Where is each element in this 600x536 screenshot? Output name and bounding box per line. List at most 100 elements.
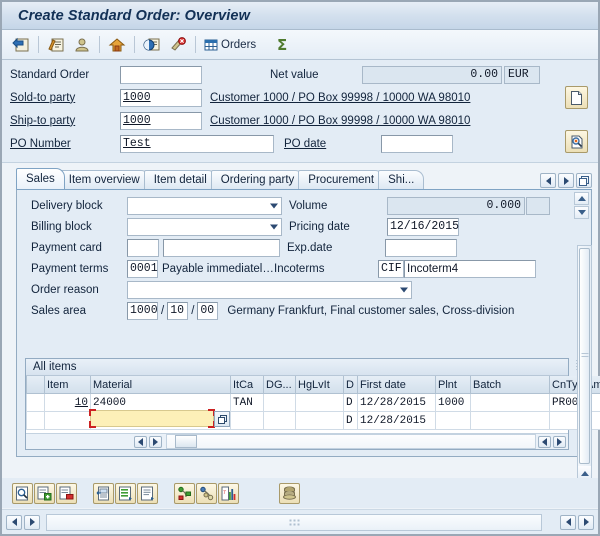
cell-hglvit[interactable] (296, 412, 344, 430)
cell-first-date[interactable]: 12/28/2015 (358, 412, 436, 430)
tab-ordering-party[interactable]: Ordering party (211, 170, 305, 189)
grid-scroll-left-button[interactable] (134, 436, 147, 448)
col-itca[interactable]: ItCa (231, 376, 264, 394)
cell-first-date[interactable]: 12/28/2015 (358, 394, 436, 412)
tab-panel-scrollbar[interactable] (577, 245, 592, 481)
col-material[interactable]: Material (91, 376, 231, 394)
col-hglvit[interactable]: HgLvIt (296, 376, 344, 394)
document-search-icon[interactable] (565, 130, 588, 153)
row-selector-header[interactable] (27, 376, 45, 394)
cell-item[interactable] (45, 412, 91, 430)
distribution-channel-input[interactable]: 10 (167, 302, 188, 320)
grid-page-right-button[interactable] (553, 436, 566, 448)
schedule-report-icon[interactable]: 7 (218, 483, 239, 504)
person-icon[interactable] (69, 33, 95, 57)
col-plnt[interactable]: Plnt (436, 376, 471, 394)
po-number-label[interactable]: PO Number (2, 138, 120, 150)
sold-to-party-label[interactable]: Sold-to party (2, 92, 120, 104)
tab-next-button[interactable] (558, 173, 574, 188)
cell-item[interactable]: 10 (45, 394, 91, 412)
sold-to-party-description[interactable]: Customer 1000 / PO Box 99998 / 10000 WA … (210, 92, 470, 104)
col-d[interactable]: D (344, 376, 358, 394)
scroll-up-button[interactable] (574, 192, 589, 205)
col-item[interactable]: Item (45, 376, 91, 394)
ship-to-party-label[interactable]: Ship-to party (2, 115, 120, 127)
col-batch[interactable]: Batch (471, 376, 550, 394)
order-reason-select[interactable] (127, 281, 412, 299)
sold-to-party-input[interactable]: 1000 (120, 89, 202, 107)
cell-d[interactable]: D (344, 394, 358, 412)
window-scroll-left-button[interactable] (560, 515, 576, 530)
grid-hscrollbar[interactable] (166, 434, 536, 449)
po-date-label[interactable]: PO date (284, 138, 381, 150)
po-date-input[interactable] (381, 135, 453, 153)
sum-icon[interactable]: Σ (269, 33, 295, 57)
grid-page-left-button[interactable] (538, 436, 551, 448)
document-edit-icon[interactable] (43, 33, 69, 57)
insert-row-icon[interactable] (34, 483, 55, 504)
item-list-icon[interactable] (115, 483, 136, 504)
ship-to-party-input[interactable]: 1000 (120, 112, 202, 130)
cell-itca[interactable]: TAN (231, 394, 264, 412)
delete-row-icon[interactable] (56, 483, 77, 504)
delete-item-icon[interactable] (165, 33, 191, 57)
tab-item-overview[interactable]: Item overview (59, 170, 150, 189)
exp-date-input[interactable] (385, 239, 457, 257)
tab-list-button[interactable] (576, 173, 592, 188)
grid-hscroll-thumb[interactable] (175, 435, 197, 448)
value-help-icon[interactable] (214, 411, 230, 427)
sales-org-input[interactable]: 1000 (127, 302, 158, 320)
item-detail-icon[interactable] (93, 483, 114, 504)
cell-itca[interactable] (231, 412, 264, 430)
incoterms-text-input[interactable]: Incoterm4 (404, 260, 536, 278)
po-number-input[interactable]: Test (120, 135, 274, 153)
cell-batch[interactable] (471, 412, 550, 430)
tab-prev-button[interactable] (540, 173, 556, 188)
scroll-thumb[interactable] (579, 248, 590, 464)
payment-card-type-input[interactable] (127, 239, 159, 257)
status-next-button[interactable] (24, 515, 40, 530)
incoterms-code-input[interactable]: CIF (378, 260, 404, 278)
tab-item-detail[interactable]: Item detail (144, 170, 217, 189)
back-icon[interactable] (8, 33, 34, 57)
document-list-icon[interactable] (137, 483, 158, 504)
division-input[interactable]: 00 (197, 302, 218, 320)
display-document-icon[interactable] (12, 483, 33, 504)
shipping-icon[interactable] (279, 483, 300, 504)
availability-icon[interactable] (174, 483, 195, 504)
cell-batch[interactable] (471, 394, 550, 412)
tab-shipping[interactable]: Shi... (378, 170, 424, 189)
cell-plnt[interactable] (436, 412, 471, 430)
tab-sales[interactable]: Sales (16, 168, 65, 189)
cell-dg[interactable] (264, 412, 296, 430)
standard-order-input[interactable] (120, 66, 202, 84)
cell-hglvit[interactable] (296, 394, 344, 412)
active-cell-highlight[interactable] (90, 410, 214, 427)
cell-dg[interactable] (264, 394, 296, 412)
table-row[interactable]: 10 24000 TAN D 12/28/2015 1000 PR00 (27, 394, 600, 412)
cell-plnt[interactable]: 1000 (436, 394, 471, 412)
status-prev-button[interactable] (6, 515, 22, 530)
row-selector[interactable] (27, 412, 45, 430)
form-scroll-arrows[interactable] (574, 192, 589, 222)
new-document-icon[interactable] (565, 86, 588, 109)
scroll-down-button[interactable] (574, 206, 589, 219)
home-icon[interactable] (104, 33, 130, 57)
cell-d[interactable]: D (344, 412, 358, 430)
window-hscrollbar[interactable] (46, 514, 542, 531)
delivery-block-select[interactable] (127, 197, 282, 215)
tab-procurement[interactable]: Procurement (298, 170, 384, 189)
col-first-date[interactable]: First date (358, 376, 436, 394)
ship-to-party-description[interactable]: Customer 1000 / PO Box 99998 / 10000 WA … (210, 115, 470, 127)
billing-block-select[interactable] (127, 218, 282, 236)
atp-check-icon[interactable] (196, 483, 217, 504)
window-scroll-right-button[interactable] (578, 515, 594, 530)
grid-scroll-right-button[interactable] (149, 436, 162, 448)
row-selector[interactable] (27, 394, 45, 412)
payment-card-number-input[interactable] (163, 239, 280, 257)
copy-document-icon[interactable] (139, 33, 165, 57)
payment-terms-code-input[interactable]: 0001 (127, 260, 158, 278)
pricing-date-input[interactable]: 12/16/2015 (387, 218, 459, 236)
orders-button[interactable]: Orders (200, 33, 260, 57)
col-dg[interactable]: DG... (264, 376, 296, 394)
